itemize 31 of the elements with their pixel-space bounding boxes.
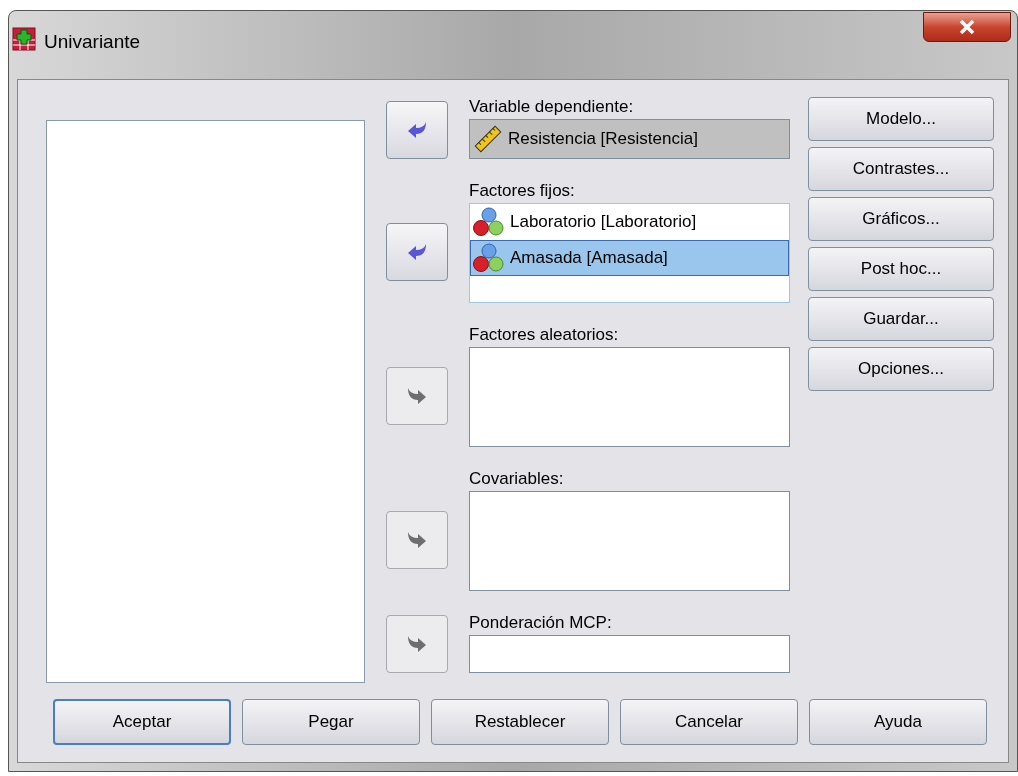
dialog-button[interactable]: Ayuda <box>809 699 987 745</box>
target-list[interactable] <box>469 347 790 447</box>
target-list[interactable]: Laboratorio [Laboratorio] Amasada [Amasada] <box>469 203 790 303</box>
dialog-button[interactable]: Restablecer <box>431 699 609 745</box>
move-button[interactable] <box>386 101 448 159</box>
variable-item[interactable]: Amasada [Amasada] <box>470 240 789 276</box>
dialog-button[interactable]: Pegar <box>242 699 420 745</box>
close-button[interactable] <box>923 12 1011 42</box>
dialog-button[interactable]: Gráficos... <box>808 197 994 241</box>
circles-icon <box>473 243 505 273</box>
target-list[interactable] <box>469 491 790 591</box>
variable-item[interactable]: Laboratorio [Laboratorio] <box>470 204 789 240</box>
dialog-button[interactable]: Modelo... <box>808 97 994 141</box>
circles-icon <box>473 207 505 237</box>
target-label: Variable dependiente: <box>469 97 635 117</box>
close-icon <box>959 20 975 34</box>
dialog-button[interactable]: Opciones... <box>808 347 994 391</box>
dialog-button[interactable]: Aceptar <box>53 699 231 745</box>
target-label: Ponderación MCP: <box>469 613 613 633</box>
move-button[interactable] <box>386 223 448 281</box>
app-icon <box>12 27 36 51</box>
dialog-button[interactable]: Post hoc... <box>808 247 994 291</box>
target-label: Covariables: <box>469 469 565 489</box>
dialog-button[interactable]: Cancelar <box>620 699 798 745</box>
target-label: Factores aleatorios: <box>469 325 620 345</box>
variable-item[interactable]: Resistencia [Resistencia] <box>470 121 789 157</box>
target-label: Factores fijos: <box>469 181 576 201</box>
dialog-button[interactable]: Guardar... <box>808 297 994 341</box>
window-title: Univariante <box>44 30 141 54</box>
dialog-button[interactable]: Contrastes... <box>808 147 994 191</box>
input-field[interactable] <box>469 635 790 673</box>
